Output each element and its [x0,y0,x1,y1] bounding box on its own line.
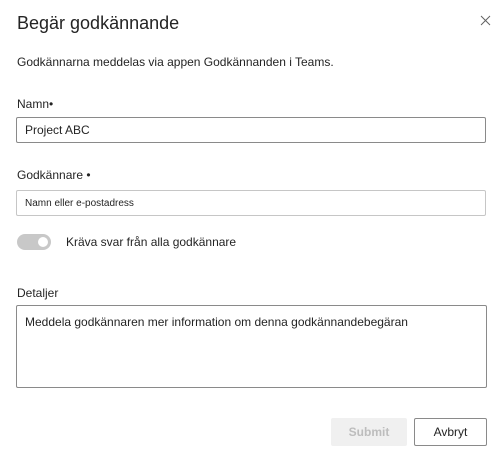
approvers-input[interactable] [16,190,486,216]
cancel-button[interactable]: Avbryt [414,418,487,446]
details-textarea[interactable] [16,305,487,388]
require-all-row: Kräva svar från alla godkännare [17,233,236,251]
require-all-toggle[interactable] [17,234,51,250]
request-approval-dialog: Begär godkännande Godkännarna meddelas v… [0,0,500,455]
close-icon [480,15,491,26]
close-button[interactable] [478,13,494,29]
approvers-label: Godkännare • [17,168,91,182]
details-label: Detaljer [17,286,59,300]
require-all-label: Kräva svar från alla godkännare [66,235,237,249]
dialog-title: Begär godkännande [17,13,180,33]
name-label: Namn• [17,97,54,111]
submit-button[interactable]: Submit [331,418,407,446]
dialog-subtitle: Godkännarna meddelas via appen Godkännan… [17,55,334,69]
toggle-knob [38,237,48,247]
name-input[interactable] [16,117,486,143]
